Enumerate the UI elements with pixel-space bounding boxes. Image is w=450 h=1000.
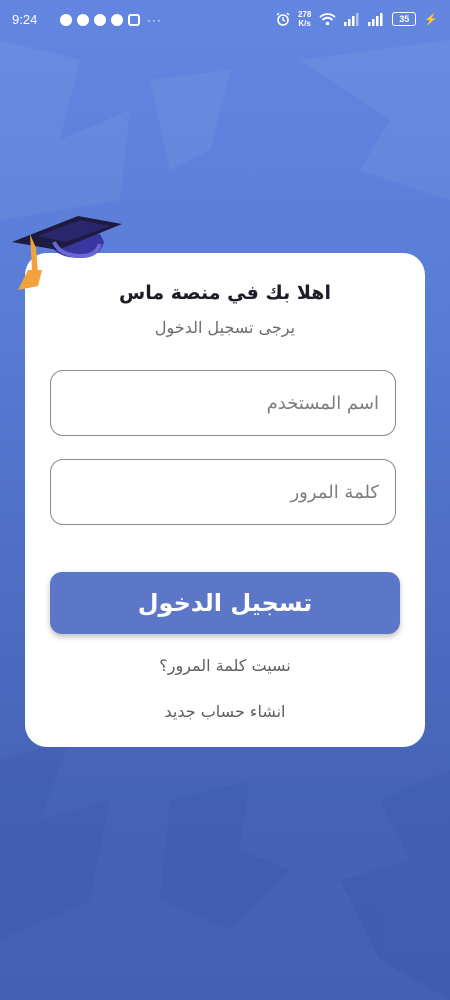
login-button[interactable]: تسجيل الدخول bbox=[50, 572, 400, 634]
charging-icon: ⚡ bbox=[424, 13, 438, 26]
create-account-link[interactable]: انشاء حساب جديد bbox=[25, 702, 425, 721]
password-field[interactable] bbox=[50, 459, 396, 525]
whatsapp-icon bbox=[60, 14, 72, 26]
notification-icons: ··· bbox=[60, 13, 162, 27]
net-speed-value: 278 bbox=[297, 10, 312, 19]
wifi-icon bbox=[319, 13, 336, 26]
battery-icon: 35 bbox=[392, 12, 417, 26]
telegram-icon bbox=[77, 14, 89, 26]
status-time: 9:24 bbox=[12, 12, 38, 27]
signal-icon bbox=[368, 12, 383, 26]
signal-icon bbox=[344, 12, 359, 26]
login-subtitle: يرجى تسجيل الدخول bbox=[154, 318, 296, 337]
telegram-icon bbox=[94, 14, 106, 26]
status-bar: 9:24 ··· 278 K/s 35 ⚡ bbox=[0, 0, 450, 42]
welcome-title: اهلا بك في منصة ماس bbox=[119, 282, 331, 304]
instagram-icon bbox=[128, 14, 140, 26]
more-notifications: ··· bbox=[147, 13, 162, 27]
username-field[interactable] bbox=[50, 370, 396, 436]
net-speed: 278 K/s bbox=[298, 10, 311, 28]
password-input[interactable] bbox=[51, 460, 395, 524]
alarm-icon bbox=[276, 12, 290, 26]
net-speed-unit: K/s bbox=[298, 19, 311, 28]
username-input[interactable] bbox=[51, 371, 395, 435]
forgot-password-link[interactable]: نسيت كلمة المرور؟ bbox=[25, 656, 425, 675]
telegram-icon bbox=[111, 14, 123, 26]
system-icons: 278 K/s 35 ⚡ bbox=[276, 10, 438, 28]
